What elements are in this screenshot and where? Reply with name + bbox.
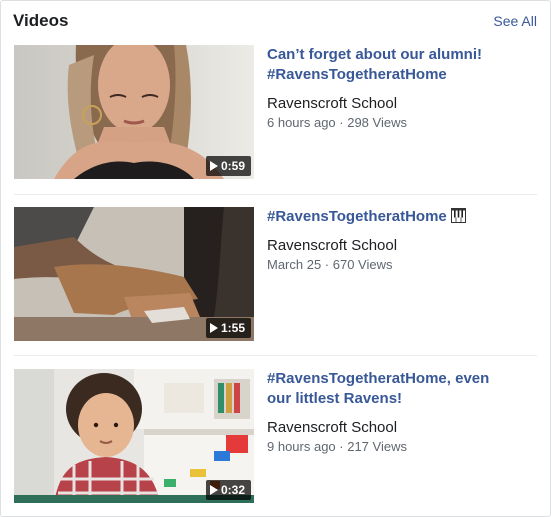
video-title[interactable]: Can’t forget about our alumni! #RavensTo… [267, 45, 535, 85]
play-icon [209, 485, 218, 495]
video-title-line: Can’t forget about our alumni! [267, 46, 482, 63]
channel-name[interactable]: Ravenscroft School [267, 94, 535, 114]
piano-keys-icon [450, 208, 466, 223]
video-info: #RavensTogetheratHome Ravenscroft School… [267, 207, 535, 273]
videos-card: Videos See All 0:59 Can’t forget about o… [0, 0, 551, 517]
duration-badge: 1:55 [205, 318, 251, 338]
duration-label: 0:32 [220, 483, 245, 497]
videos-header: Videos See All [13, 11, 538, 33]
video-thumbnail[interactable]: 1:55 [14, 207, 254, 341]
duration-label: 0:59 [220, 159, 245, 173]
duration-label: 1:55 [220, 321, 245, 335]
play-icon [209, 161, 218, 171]
video-thumbnail[interactable]: 0:32 [14, 369, 254, 503]
channel-name[interactable]: Ravenscroft School [267, 418, 535, 438]
video-title-line: our littlest Ravens! [267, 390, 403, 407]
divider [14, 355, 537, 356]
video-title[interactable]: #RavensTogetheratHome, even our littlest… [267, 369, 535, 409]
play-icon [209, 323, 218, 333]
video-title-line: #RavensTogetheratHome, even [267, 370, 490, 387]
divider [14, 194, 537, 195]
video-info: #RavensTogetheratHome, even our littlest… [267, 369, 535, 455]
video-item[interactable]: 1:55 #RavensTogetheratHome Ravenscroft S… [14, 207, 537, 343]
video-meta: 9 hours ago · 217 Views [267, 439, 407, 454]
video-meta: 6 hours ago · 298 Views [267, 115, 407, 130]
video-info: Can’t forget about our alumni! #RavensTo… [267, 45, 535, 131]
video-item[interactable]: 0:32 #RavensTogetheratHome, even our lit… [14, 369, 537, 505]
video-meta: March 25 · 670 Views [267, 257, 393, 272]
video-title-line: #RavensTogetheratHome [267, 208, 447, 225]
video-thumbnail[interactable]: 0:59 [14, 45, 254, 179]
duration-badge: 0:32 [205, 480, 251, 500]
channel-name[interactable]: Ravenscroft School [267, 236, 535, 256]
duration-badge: 0:59 [205, 156, 251, 176]
video-title-line: #RavensTogetheratHome [267, 66, 447, 83]
see-all-link[interactable]: See All [493, 13, 537, 29]
video-title[interactable]: #RavensTogetheratHome [267, 207, 535, 227]
video-item[interactable]: 0:59 Can’t forget about our alumni! #Rav… [14, 45, 537, 181]
section-title: Videos [13, 11, 69, 30]
